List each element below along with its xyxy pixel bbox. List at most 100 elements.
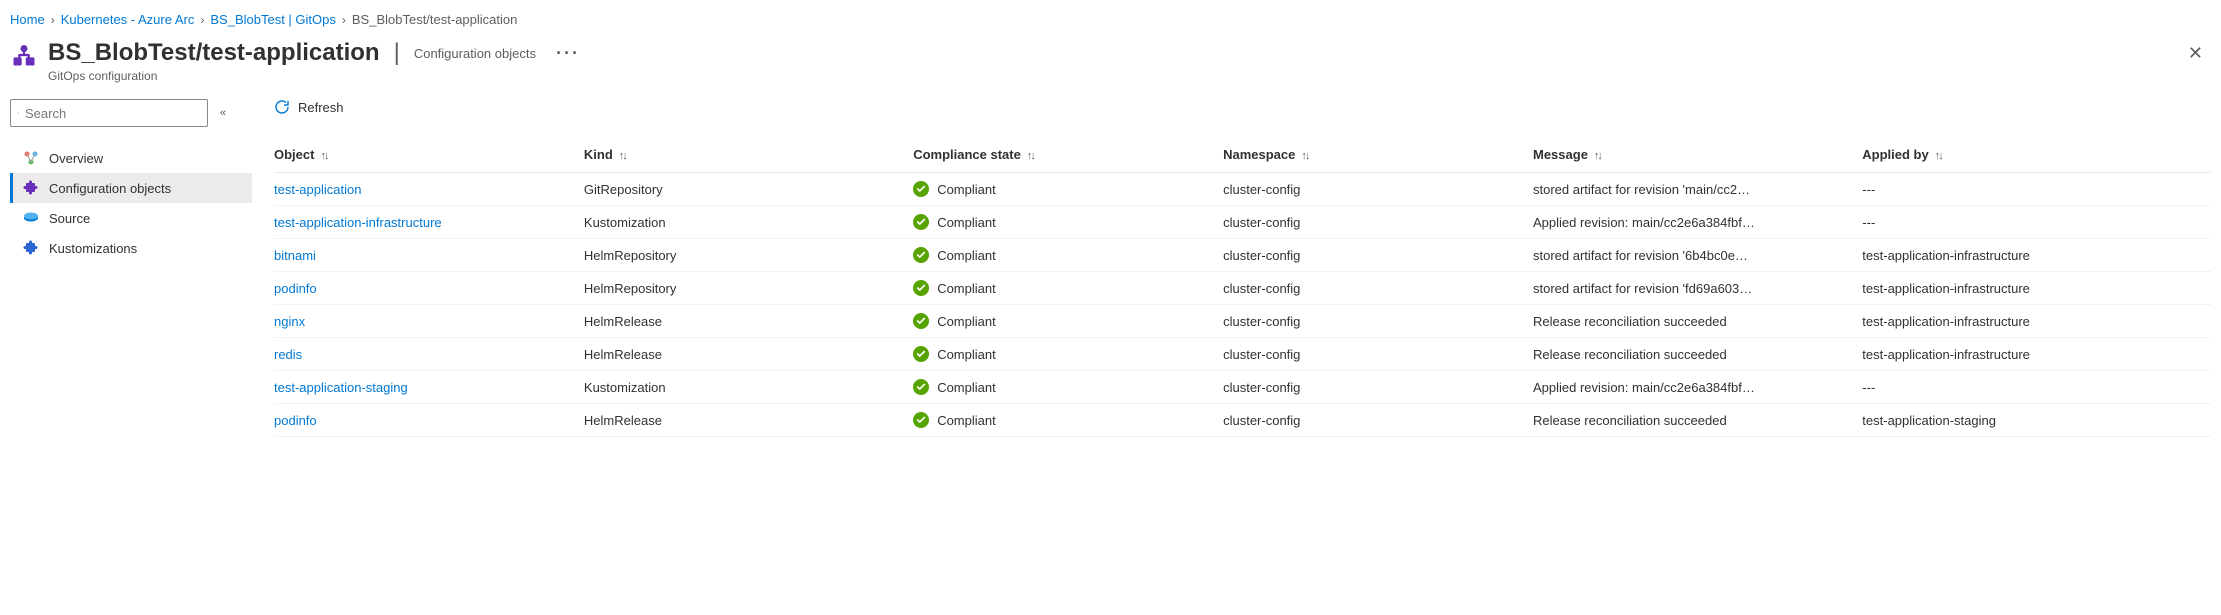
cell-message: Release reconciliation succeeded [1533, 305, 1862, 338]
puzzle-icon [23, 240, 39, 256]
col-kind[interactable]: Kind↑↓ [584, 139, 913, 173]
check-icon [913, 313, 929, 329]
check-icon [913, 214, 929, 230]
col-object[interactable]: Object↑↓ [274, 139, 584, 173]
cell-applied-by: test-application-infrastructure [1862, 338, 2211, 371]
cell-kind: HelmRepository [584, 239, 913, 272]
sidebar-item-kustomizations[interactable]: Kustomizations [10, 233, 252, 263]
collapse-sidebar-button[interactable]: « [216, 103, 230, 123]
cell-object[interactable]: redis [274, 338, 584, 371]
page-header: BS_BlobTest/test-application | Configura… [0, 37, 2221, 89]
cell-kind: HelmRelease [584, 305, 913, 338]
breadcrumb-link[interactable]: Home [10, 12, 45, 27]
sidebar-item-configuration-objects[interactable]: Configuration objects [10, 173, 252, 203]
sidebar-item-source[interactable]: Source [10, 203, 252, 233]
search-input[interactable] [25, 106, 201, 121]
breadcrumb: Home › Kubernetes - Azure Arc › BS_BlobT… [0, 0, 2221, 37]
cell-applied-by: test-application-staging [1862, 404, 2211, 437]
col-message[interactable]: Message↑↓ [1533, 139, 1862, 173]
cell-object[interactable]: bitnami [274, 239, 584, 272]
table-row[interactable]: bitnami HelmRepository Compliant cluster… [274, 239, 2211, 272]
table-row[interactable]: test-application-infrastructure Kustomiz… [274, 206, 2211, 239]
cell-applied-by: test-application-infrastructure [1862, 239, 2211, 272]
cell-compliance: Compliant [913, 206, 1223, 239]
cell-object[interactable]: nginx [274, 305, 584, 338]
cell-kind: HelmRepository [584, 272, 913, 305]
col-compliance[interactable]: Compliance state↑↓ [913, 139, 1223, 173]
cell-message: stored artifact for revision 'main/cc2… [1533, 173, 1862, 206]
cell-kind: HelmRelease [584, 338, 913, 371]
cell-namespace: cluster-config [1223, 272, 1533, 305]
cell-kind: GitRepository [584, 173, 913, 206]
sort-icon: ↑↓ [320, 150, 327, 162]
check-icon [913, 346, 929, 362]
check-icon [913, 379, 929, 395]
chevron-right-icon: › [51, 13, 55, 27]
cell-applied-by: --- [1862, 206, 2211, 239]
cell-object[interactable]: test-application-staging [274, 371, 584, 404]
check-icon [913, 247, 929, 263]
config-objects-table: Object↑↓ Kind↑↓ Compliance state↑↓ Names… [274, 139, 2211, 437]
breadcrumb-link[interactable]: BS_BlobTest | GitOps [210, 12, 336, 27]
cell-namespace: cluster-config [1223, 173, 1533, 206]
refresh-button[interactable]: Refresh [274, 99, 2211, 139]
cell-kind: Kustomization [584, 206, 913, 239]
cell-message: Release reconciliation succeeded [1533, 338, 1862, 371]
cell-message: stored artifact for revision '6b4bc0e… [1533, 239, 1862, 272]
gitops-icon [10, 41, 38, 69]
table-row[interactable]: test-application-staging Kustomization C… [274, 371, 2211, 404]
table-row[interactable]: test-application GitRepository Compliant… [274, 173, 2211, 206]
sidebar-item-label: Source [49, 211, 90, 226]
sort-icon: ↑↓ [1027, 150, 1034, 162]
table-row[interactable]: podinfo HelmRelease Compliant cluster-co… [274, 404, 2211, 437]
more-actions-button[interactable]: ··· [556, 43, 580, 64]
cell-object[interactable]: test-application [274, 173, 584, 206]
cell-namespace: cluster-config [1223, 404, 1533, 437]
cell-applied-by: --- [1862, 173, 2211, 206]
table-row[interactable]: podinfo HelmRepository Compliant cluster… [274, 272, 2211, 305]
title-main: BS_BlobTest/test-application [48, 39, 380, 67]
cell-object[interactable]: podinfo [274, 272, 584, 305]
cell-namespace: cluster-config [1223, 239, 1533, 272]
cell-compliance: Compliant [913, 404, 1223, 437]
main-content: Refresh Object↑↓ Kind↑↓ Compliance state… [252, 99, 2211, 437]
cell-message: Release reconciliation succeeded [1533, 404, 1862, 437]
cell-compliance: Compliant [913, 239, 1223, 272]
cell-kind: Kustomization [584, 371, 913, 404]
cell-compliance: Compliant [913, 338, 1223, 371]
breadcrumb-link[interactable]: Kubernetes - Azure Arc [61, 12, 195, 27]
check-icon [913, 181, 929, 197]
cell-message: stored artifact for revision 'fd69a603… [1533, 272, 1862, 305]
sidebar-item-overview[interactable]: Overview [10, 143, 252, 173]
search-input-wrap[interactable] [10, 99, 208, 127]
breadcrumb-current: BS_BlobTest/test-application [352, 12, 517, 27]
table-row[interactable]: redis HelmRelease Compliant cluster-conf… [274, 338, 2211, 371]
table-row[interactable]: nginx HelmRelease Compliant cluster-conf… [274, 305, 2211, 338]
sort-icon: ↑↓ [619, 150, 626, 162]
col-namespace[interactable]: Namespace↑↓ [1223, 139, 1533, 173]
cell-object[interactable]: podinfo [274, 404, 584, 437]
refresh-label: Refresh [298, 100, 344, 115]
col-applied-by[interactable]: Applied by↑↓ [1862, 139, 2211, 173]
sidebar-item-label: Kustomizations [49, 241, 137, 256]
sort-icon: ↑↓ [1594, 150, 1601, 162]
cell-compliance: Compliant [913, 272, 1223, 305]
sidebar-item-label: Configuration objects [49, 181, 171, 196]
cell-compliance: Compliant [913, 173, 1223, 206]
cell-namespace: cluster-config [1223, 206, 1533, 239]
cell-compliance: Compliant [913, 371, 1223, 404]
chevron-right-icon: › [342, 13, 346, 27]
title-section: Configuration objects [414, 46, 536, 61]
sort-icon: ↑↓ [1301, 150, 1308, 162]
cell-object[interactable]: test-application-infrastructure [274, 206, 584, 239]
cell-applied-by: test-application-infrastructure [1862, 305, 2211, 338]
sidebar: « Overview Configuration objects Source … [10, 99, 252, 437]
cell-message: Applied revision: main/cc2e6a384fbf… [1533, 371, 1862, 404]
source-icon [23, 210, 39, 226]
page-subtitle: GitOps configuration [48, 69, 2180, 83]
sort-icon: ↑↓ [1935, 150, 1942, 162]
close-button[interactable]: ✕ [2180, 39, 2211, 68]
chevron-right-icon: › [200, 13, 204, 27]
cell-applied-by: --- [1862, 371, 2211, 404]
refresh-icon [274, 99, 290, 115]
